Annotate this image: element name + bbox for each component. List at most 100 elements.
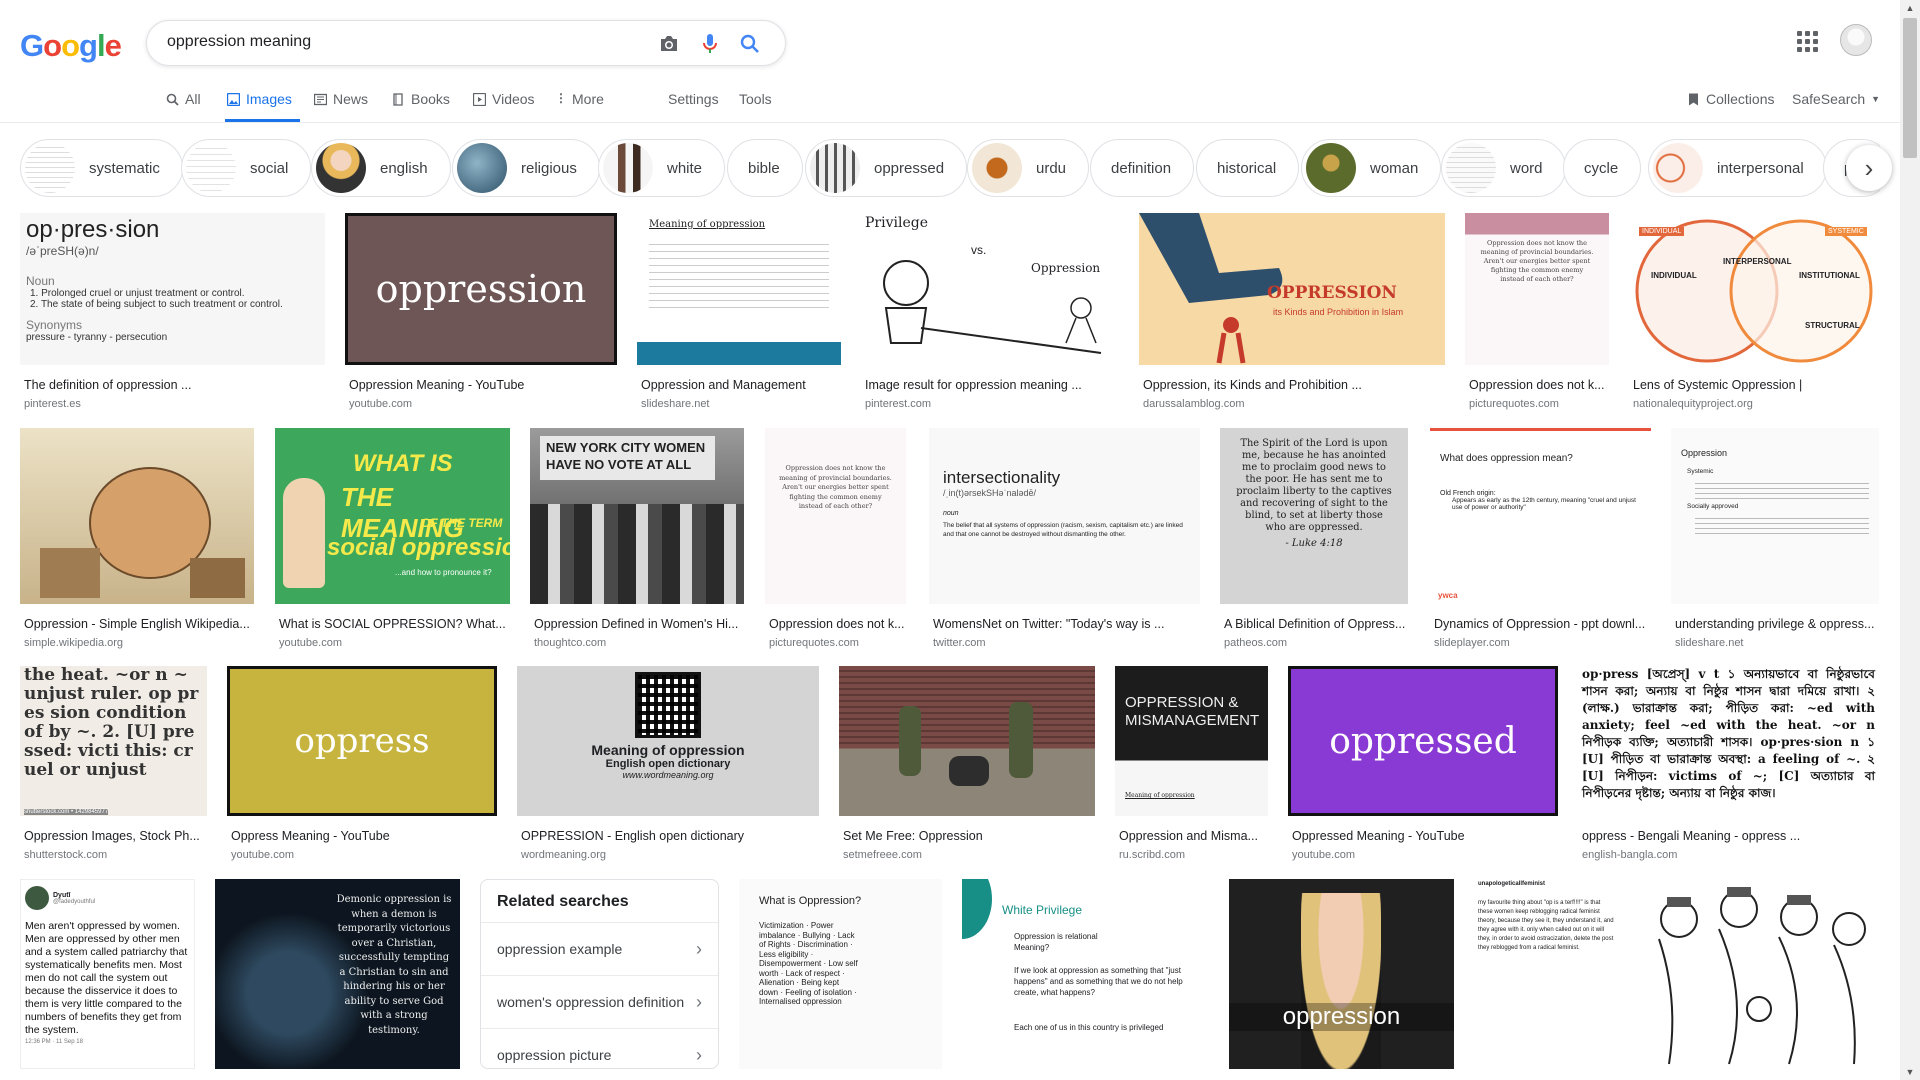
result-title[interactable]: Oppression does not k... <box>769 617 906 631</box>
chip-cycle[interactable]: cycle <box>1563 139 1642 197</box>
image-result[interactable]: Oppression does not know the meaning of … <box>765 428 906 649</box>
result-site[interactable]: youtube.com <box>279 637 510 649</box>
tab-images[interactable]: Images <box>225 86 300 122</box>
result-title[interactable]: Oppression does not k... <box>1469 378 1609 392</box>
image-result[interactable]: Meaning of oppression English open dicti… <box>517 666 819 861</box>
image-result[interactable]: Oppression - Simple English Wikipedia...… <box>20 428 254 649</box>
result-site[interactable]: slideplayer.com <box>1434 637 1651 649</box>
image-result[interactable]: Meaning of oppression Oppression and Man… <box>637 213 841 410</box>
result-site[interactable]: pinterest.com <box>865 398 1119 410</box>
result-title[interactable]: Oppression Images, Stock Ph... <box>24 829 207 843</box>
scrollbar-thumb[interactable] <box>1903 18 1917 158</box>
result-site[interactable]: thoughtco.com <box>534 637 744 649</box>
chips-next-button[interactable]: › <box>1846 145 1892 191</box>
image-result[interactable]: The Spirit of the Lord is upon me, becau… <box>1220 428 1408 649</box>
chip-religious[interactable]: religious <box>452 139 600 197</box>
chip-english[interactable]: english <box>311 139 451 197</box>
result-site[interactable]: youtube.com <box>231 849 497 861</box>
image-result[interactable]: op·press [অপ্রেস্] v t ১ অন্যায়ভাবে বা … <box>1578 666 1879 861</box>
result-title[interactable]: Oppress Meaning - YouTube <box>231 829 497 843</box>
image-result[interactable]: unapologeticallfeminist my favourite thi… <box>1474 879 1619 1069</box>
tab-videos[interactable]: Videos <box>473 86 535 122</box>
chip-word[interactable]: word <box>1441 139 1566 197</box>
image-result[interactable]: What does oppression mean? Old French or… <box>1430 428 1651 649</box>
collections-button[interactable]: Collections <box>1687 86 1774 122</box>
tab-news[interactable]: News <box>314 86 368 122</box>
image-result[interactable]: intersectionality /ˌin(t)ərsekSHəˈnalədē… <box>929 428 1200 649</box>
tab-settings[interactable]: Settings <box>668 86 719 122</box>
result-title[interactable]: Oppression Defined in Women's Hi... <box>534 617 744 631</box>
image-result[interactable]: NEW YORK CITY WOMEN HAVE NO VOTE AT ALL … <box>530 428 744 649</box>
result-site[interactable]: slideshare.net <box>1675 637 1879 649</box>
image-result[interactable]: Set Me Free: Oppression setmefreee.com <box>839 666 1095 861</box>
result-title[interactable]: Image result for oppression meaning ... <box>865 378 1119 392</box>
result-site[interactable]: wordmeaning.org <box>521 849 819 861</box>
scroll-down-arrow[interactable]: ▼ <box>1900 1064 1920 1080</box>
image-result[interactable]: OPPRESSION & MISMANAGEMENT Meaning of op… <box>1115 666 1268 861</box>
chip-systematic[interactable]: systematic <box>20 139 183 197</box>
related-search-item[interactable]: oppression example › <box>481 922 718 975</box>
image-result[interactable]: oppressed Oppressed Meaning - YouTube yo… <box>1288 666 1558 861</box>
result-title[interactable]: WomensNet on Twitter: "Today's way is ..… <box>933 617 1200 631</box>
image-result[interactable]: White Privilege Oppression is relational… <box>962 879 1209 1069</box>
chip-white[interactable]: white <box>598 139 726 197</box>
image-result[interactable]: the heat. ~or n ~ unjust ruler. op pres … <box>20 666 207 861</box>
result-title[interactable]: What is SOCIAL OPPRESSION? What... <box>279 617 510 631</box>
chip-definition[interactable]: definition <box>1090 139 1195 197</box>
chip-social[interactable]: social <box>181 139 312 197</box>
avatar[interactable] <box>1840 24 1872 56</box>
result-title[interactable]: Oppression, its Kinds and Prohibition ..… <box>1143 378 1445 392</box>
result-site[interactable]: twitter.com <box>933 637 1200 649</box>
image-result[interactable]: Oppression does not know the meaning of … <box>1465 213 1609 410</box>
camera-icon[interactable] <box>657 32 681 56</box>
image-result[interactable] <box>1639 879 1879 1069</box>
chip-woman[interactable]: woman <box>1301 139 1442 197</box>
result-site[interactable]: nationalequityproject.org <box>1633 398 1879 410</box>
result-title[interactable]: Oppression Meaning - YouTube <box>349 378 617 392</box>
result-site[interactable]: setmefreee.com <box>843 849 1095 861</box>
result-site[interactable]: simple.wikipedia.org <box>24 637 254 649</box>
microphone-icon[interactable] <box>698 32 722 56</box>
result-title[interactable]: The definition of oppression ... <box>24 378 325 392</box>
image-result[interactable]: oppress Oppress Meaning - YouTube youtub… <box>227 666 497 861</box>
apps-grid-icon[interactable] <box>1795 29 1819 53</box>
result-title[interactable]: understanding privilege & oppress... <box>1675 617 1879 631</box>
result-title[interactable]: oppress - Bengali Meaning - oppress ... <box>1582 829 1879 843</box>
scroll-up-arrow[interactable]: ▲ <box>1900 0 1920 16</box>
image-result[interactable]: oppression Oppression Meaning - YouTube … <box>345 213 617 410</box>
image-result[interactable]: oppression <box>1229 879 1454 1069</box>
result-title[interactable]: Dynamics of Oppression - ppt downl... <box>1434 617 1651 631</box>
image-result[interactable]: Demonic oppression is when a demon is te… <box>215 879 460 1069</box>
result-site[interactable]: picturequotes.com <box>769 637 906 649</box>
image-result[interactable]: Privilege vs. Oppression Image result fo… <box>861 213 1119 410</box>
image-result[interactable]: WHAT IS THE MEANING OF THE TERM social o… <box>275 428 510 649</box>
result-site[interactable]: darussalamblog.com <box>1143 398 1445 410</box>
search-box[interactable] <box>146 20 786 66</box>
safesearch-dropdown[interactable]: SafeSearch ▼ <box>1792 86 1880 122</box>
image-result[interactable]: OPPRESSION its Kinds and Prohibition in … <box>1139 213 1445 410</box>
result-site[interactable]: picturequotes.com <box>1469 398 1609 410</box>
search-input[interactable] <box>167 33 627 51</box>
result-site[interactable]: youtube.com <box>1292 849 1558 861</box>
chip-oppressed[interactable]: oppressed <box>805 139 968 197</box>
image-result[interactable]: What is Oppression? Victimization · Powe… <box>739 879 942 1069</box>
tab-tools[interactable]: Tools <box>739 86 772 122</box>
tab-books[interactable]: Books <box>392 86 450 122</box>
result-title[interactable]: Oppression and Misma... <box>1119 829 1268 843</box>
result-title[interactable]: Oppression and Management <box>641 378 841 392</box>
image-result[interactable]: INDIVIDUAL SYSTEMIC INDIVIDUAL INTERPERS… <box>1629 213 1879 410</box>
page-scrollbar[interactable]: ▲ ▼ <box>1900 0 1920 1080</box>
google-logo[interactable]: Google <box>20 28 122 64</box>
result-title[interactable]: A Biblical Definition of Oppress... <box>1224 617 1408 631</box>
image-result[interactable]: Oppression Systemic Socially approved un… <box>1671 428 1879 649</box>
tab-all[interactable]: All <box>166 86 201 122</box>
result-site[interactable]: pinterest.es <box>24 398 325 410</box>
result-site[interactable]: shutterstock.com <box>24 849 207 861</box>
image-result[interactable]: op·pres·sion /əˈpreSH(ə)n/ Noun 1. Prolo… <box>20 213 325 410</box>
result-title[interactable]: Oppressed Meaning - YouTube <box>1292 829 1558 843</box>
image-result[interactable]: Dyutī @fadedyouthful Men aren't oppresse… <box>20 879 195 1069</box>
result-title[interactable]: Oppression - Simple English Wikipedia... <box>24 617 254 631</box>
result-title[interactable]: Lens of Systemic Oppression | <box>1633 378 1879 392</box>
chip-bible[interactable]: bible <box>727 139 803 197</box>
result-site[interactable]: ru.scribd.com <box>1119 849 1268 861</box>
